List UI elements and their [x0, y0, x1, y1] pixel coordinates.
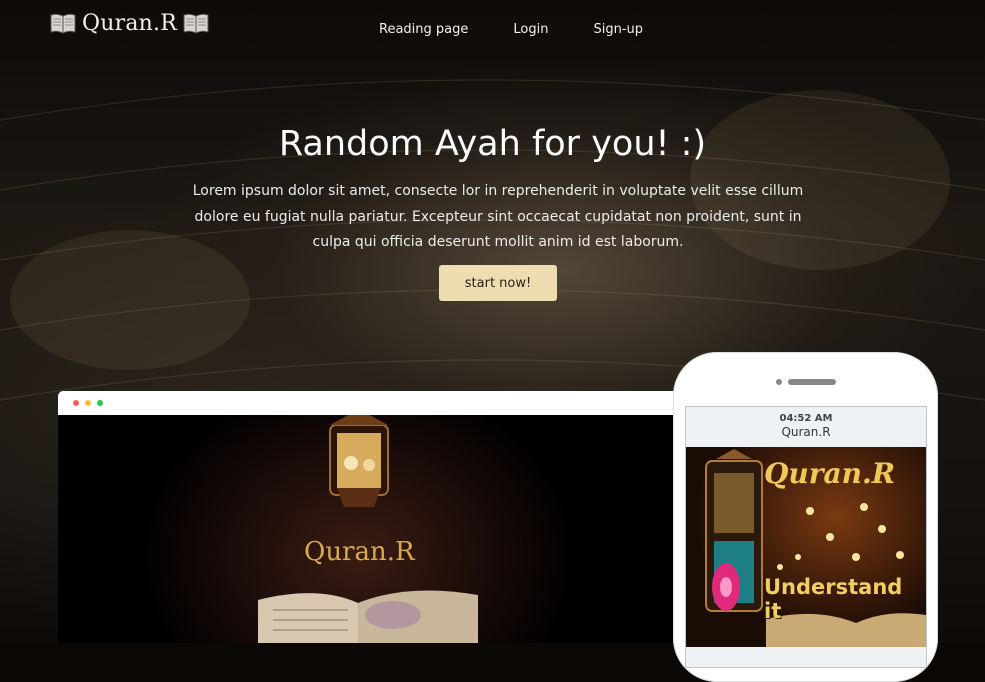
hero-description: Lorem ipsum dolor sit amet, consecte lor…: [192, 183, 804, 250]
lantern-icon: [705, 449, 763, 612]
logo[interactable]: Quran.R: [50, 8, 209, 38]
phone-time: 04:52 AM: [779, 413, 833, 424]
start-now-button[interactable]: start now!: [439, 265, 557, 301]
browser-screen-brand: Quran.R: [304, 537, 415, 567]
open-quran-icon: [258, 590, 478, 643]
browser-screen-image: Quran.R: [58, 415, 698, 643]
phone-screen: 04:52 AM Quran.R Quran.R Understand it: [685, 406, 927, 668]
browser-toolbar: [58, 391, 698, 415]
open-book-icon: [50, 13, 76, 34]
close-dot-icon: [73, 400, 79, 406]
maximize-dot-icon: [97, 400, 103, 406]
lantern-icon: [329, 415, 389, 507]
phone-image-tagline: Understand it: [764, 575, 903, 623]
lantern-and-quran-illustration: [258, 415, 478, 643]
main-nav: Reading page Login Sign-up: [379, 22, 688, 37]
open-book-icon: [183, 13, 209, 34]
brand-name: Quran.R: [82, 10, 177, 36]
hero-title: Random Ayah for you! :): [278, 124, 707, 164]
phone-status-bar: 04:52 AM Quran.R: [686, 407, 926, 447]
phone-mockup: 04:52 AM Quran.R Quran.R Understand it: [673, 352, 938, 682]
camera-icon: [776, 379, 782, 385]
phone-promo-image: Quran.R Understand it: [686, 447, 926, 647]
nav-login[interactable]: Login: [513, 22, 548, 37]
nav-reading-page[interactable]: Reading page: [379, 22, 468, 37]
nav-sign-up[interactable]: Sign-up: [593, 22, 643, 37]
phone-image-brand: Quran.R: [764, 457, 896, 490]
phone-app-name: Quran.R: [781, 425, 831, 439]
speaker-grille: [788, 379, 836, 385]
candle-lights: [777, 503, 904, 570]
minimize-dot-icon: [85, 400, 91, 406]
browser-mockup: Quran.R: [58, 391, 698, 643]
